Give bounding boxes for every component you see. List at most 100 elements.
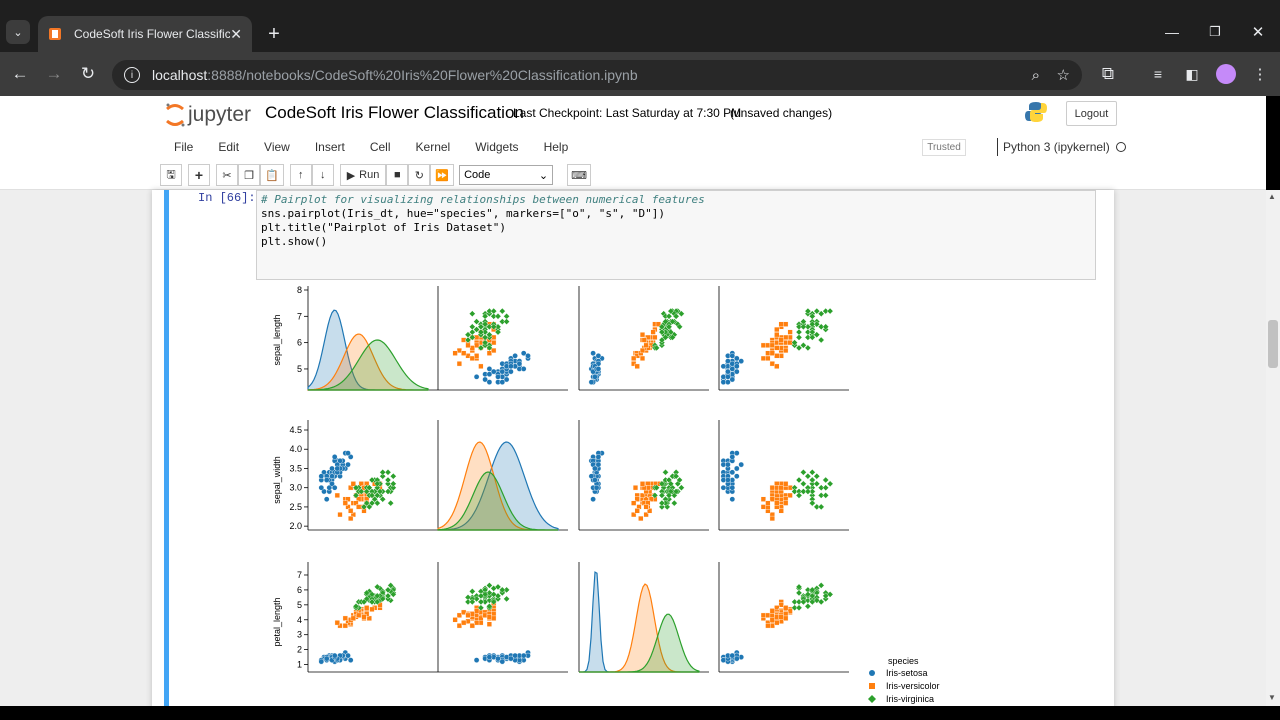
browser-tab[interactable]: CodeSoft Iris Flower Classificati ✕ bbox=[38, 16, 252, 52]
data-point bbox=[643, 342, 649, 348]
save-icon: 🖫 bbox=[166, 168, 176, 181]
data-point bbox=[595, 454, 602, 460]
menu-help[interactable]: Help bbox=[544, 140, 569, 154]
menu-insert[interactable]: Insert bbox=[315, 140, 345, 154]
data-point bbox=[390, 472, 397, 480]
data-point bbox=[452, 350, 458, 356]
menu-file[interactable]: File bbox=[174, 140, 193, 154]
scroll-down-icon[interactable]: ▼ bbox=[1268, 693, 1276, 702]
data-point bbox=[774, 605, 780, 611]
data-point bbox=[342, 615, 348, 621]
side-panel-icon[interactable]: ◧ bbox=[1178, 60, 1206, 88]
data-point bbox=[813, 480, 821, 488]
insert-cell-button[interactable]: + bbox=[188, 164, 210, 186]
restore-icon[interactable]: ❐ bbox=[1201, 18, 1229, 46]
data-point bbox=[461, 609, 467, 615]
close-tab-icon[interactable]: ✕ bbox=[230, 26, 242, 43]
media-control-icon[interactable]: ≡ bbox=[1144, 60, 1172, 88]
data-point bbox=[461, 620, 467, 626]
browser-tab-strip: ⌄ CodeSoft Iris Flower Classificati ✕ + … bbox=[0, 0, 1280, 52]
data-point bbox=[595, 461, 602, 468]
tab-search-button[interactable]: ⌄ bbox=[6, 20, 30, 44]
jupyter-logo-icon bbox=[166, 103, 185, 127]
interrupt-button[interactable]: ■ bbox=[386, 164, 409, 186]
minimize-icon[interactable]: — bbox=[1158, 18, 1186, 46]
data-point bbox=[595, 353, 602, 359]
back-icon[interactable]: ← bbox=[6, 60, 34, 88]
extensions-icon[interactable]: ⧉ bbox=[1094, 60, 1122, 88]
data-point bbox=[804, 472, 812, 480]
data-point bbox=[774, 332, 780, 338]
site-info-icon[interactable]: i bbox=[124, 67, 140, 83]
data-point bbox=[491, 615, 497, 621]
data-point bbox=[461, 350, 467, 356]
paste-button[interactable]: 📋 bbox=[260, 164, 284, 186]
data-point bbox=[733, 473, 740, 479]
data-point bbox=[774, 620, 780, 626]
data-point bbox=[774, 614, 780, 620]
scroll-up-icon[interactable]: ▲ bbox=[1268, 192, 1276, 201]
y-tick-label: 2.0 bbox=[289, 521, 302, 531]
menu-cell[interactable]: Cell bbox=[370, 140, 391, 154]
data-point bbox=[778, 602, 784, 608]
jupyter-logo[interactable]: jupyter bbox=[164, 100, 251, 130]
data-point bbox=[720, 363, 727, 370]
reload-icon[interactable]: ↻ bbox=[74, 60, 102, 88]
data-point bbox=[592, 374, 598, 380]
move-up-button[interactable]: ↑ bbox=[289, 164, 312, 186]
kernel-indicator[interactable]: Python 3 (ipykernel) bbox=[997, 138, 1126, 156]
data-point bbox=[364, 605, 370, 611]
run-button[interactable]: ▶ Run bbox=[339, 164, 387, 186]
data-point bbox=[491, 611, 497, 617]
data-point bbox=[822, 476, 829, 484]
move-down-button[interactable]: ↓ bbox=[311, 164, 334, 186]
menu-view[interactable]: View bbox=[264, 140, 290, 154]
data-point bbox=[769, 361, 775, 367]
data-point bbox=[329, 465, 335, 472]
restart-run-all-button[interactable]: ⏩ bbox=[430, 164, 455, 186]
data-point bbox=[778, 485, 784, 491]
data-point bbox=[769, 515, 775, 522]
bookmark-star-icon[interactable]: ☆ bbox=[1057, 66, 1070, 84]
menu-edit[interactable]: Edit bbox=[218, 140, 239, 154]
data-point bbox=[369, 606, 375, 612]
data-point bbox=[469, 623, 475, 629]
y-tick-label: 3 bbox=[297, 630, 302, 640]
menu-kernel[interactable]: Kernel bbox=[416, 140, 451, 154]
profile-avatar[interactable] bbox=[1212, 60, 1240, 88]
logout-button[interactable]: Logout bbox=[1066, 101, 1117, 126]
new-tab-icon[interactable]: + bbox=[260, 20, 288, 48]
notebook-title[interactable]: CodeSoft Iris Flower Classification bbox=[265, 103, 524, 123]
code-cell-editor[interactable]: # Pairplot for visualizing relationships… bbox=[256, 190, 1096, 280]
save-button[interactable]: 🖫 bbox=[160, 164, 182, 186]
data-point bbox=[323, 477, 330, 483]
copy-button[interactable]: ❐ bbox=[238, 164, 260, 186]
data-point bbox=[348, 508, 354, 514]
zoom-icon[interactable]: ⌕ bbox=[1032, 67, 1040, 84]
scrollbar-thumb[interactable] bbox=[1268, 320, 1278, 368]
forward-icon[interactable]: → bbox=[40, 60, 68, 88]
cut-button[interactable]: ✂ bbox=[216, 164, 238, 186]
data-point bbox=[778, 618, 784, 624]
address-bar[interactable]: i localhost:8888/notebooks/CodeSoft%20Ir… bbox=[112, 60, 1082, 90]
menu-widgets[interactable]: Widgets bbox=[475, 140, 518, 154]
data-point bbox=[638, 515, 644, 522]
data-point bbox=[729, 454, 736, 460]
data-point bbox=[765, 623, 771, 629]
close-window-icon[interactable]: ✕ bbox=[1244, 18, 1272, 46]
data-point bbox=[361, 614, 367, 620]
page-scrollbar[interactable] bbox=[1266, 190, 1280, 706]
legend-marker bbox=[869, 670, 875, 676]
command-palette-button[interactable]: ⌨ bbox=[567, 164, 592, 186]
data-point bbox=[334, 465, 341, 472]
data-point bbox=[323, 655, 330, 662]
browser-menu-icon[interactable]: ⋮ bbox=[1246, 60, 1274, 88]
data-point bbox=[331, 484, 338, 491]
data-point bbox=[456, 612, 463, 618]
data-point bbox=[778, 337, 784, 343]
data-point bbox=[817, 503, 825, 511]
trusted-badge[interactable]: Trusted bbox=[922, 139, 966, 156]
y-tick-label: 5 bbox=[297, 600, 302, 610]
restart-button[interactable]: ↻ bbox=[408, 164, 431, 186]
cell-type-select[interactable]: Code ⌄ bbox=[459, 165, 554, 185]
